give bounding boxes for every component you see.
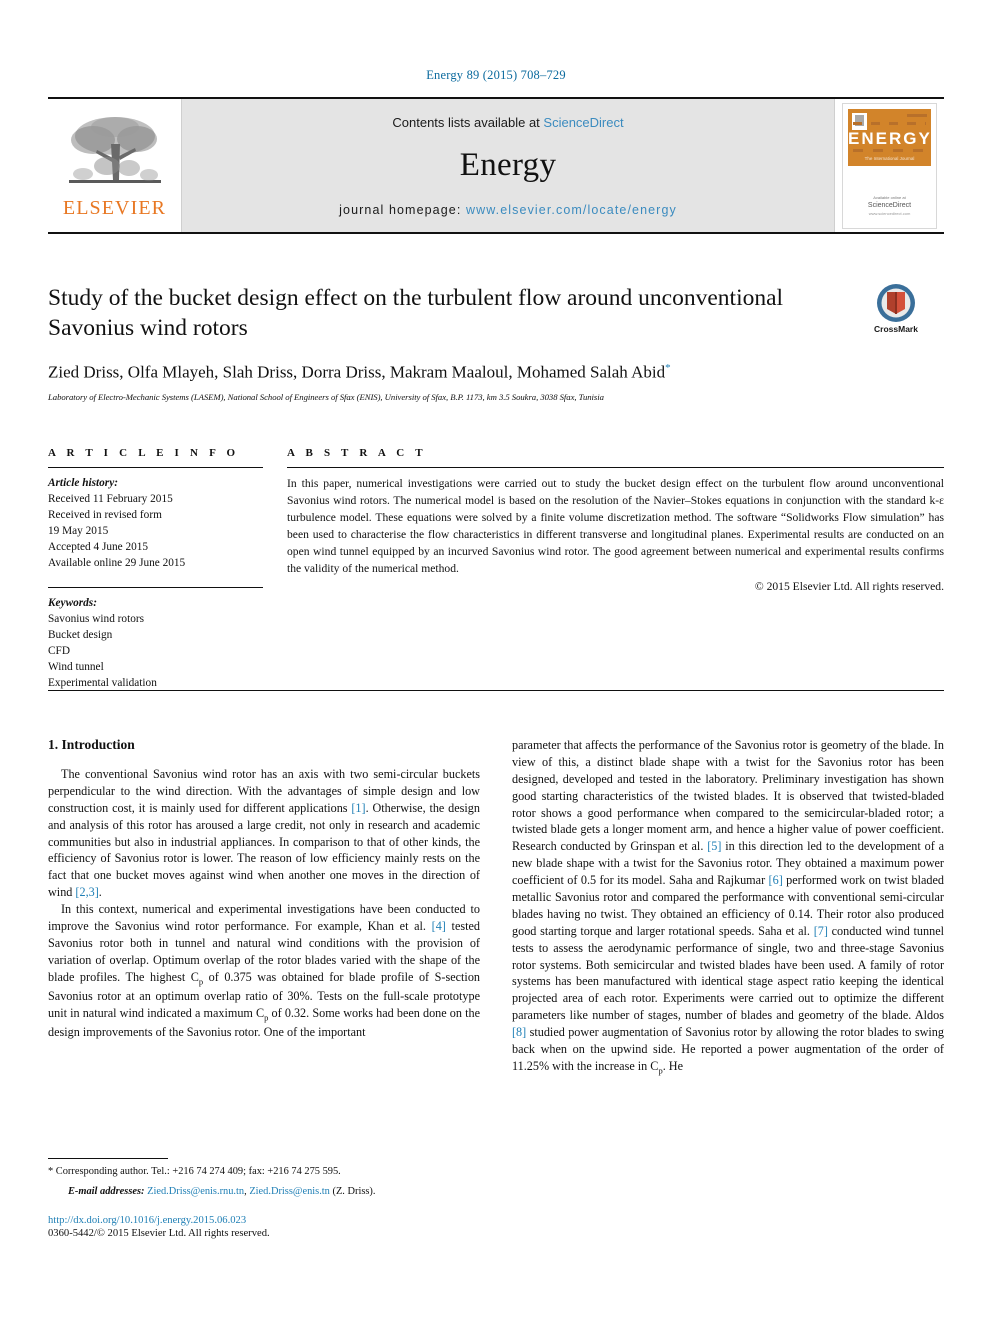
article-info-heading: A R T I C L E I N F O: [48, 447, 240, 459]
journal-masthead: ELSEVIER Contents lists available at Sci…: [48, 97, 944, 234]
email-link-1[interactable]: Zied.Driss@enis.rnu.tn: [147, 1186, 244, 1197]
sciencedirect-link[interactable]: ScienceDirect: [543, 115, 623, 130]
citation-ref[interactable]: [5]: [707, 839, 721, 853]
paragraph-intro-3: parameter that affects the performance o…: [512, 737, 944, 1077]
keyword-item: Bucket design: [48, 629, 113, 642]
journal-banner: Contents lists available at ScienceDirec…: [182, 99, 834, 232]
article-history-label: Article history:: [48, 477, 118, 489]
history-item: Available online 29 June 2015: [48, 557, 186, 570]
keywords-rule: [48, 587, 263, 589]
elsevier-wordmark: ELSEVIER: [62, 197, 167, 219]
history-item: 19 May 2015: [48, 525, 109, 538]
history-item: Accepted 4 June 2015: [48, 541, 149, 554]
paragraph-text: In this context, numerical and experimen…: [48, 902, 480, 934]
email-note: E-mail addresses: Zied.Driss@enis.rnu.tn…: [48, 1184, 480, 1199]
corresponding-author-marker[interactable]: *: [665, 362, 671, 374]
email-link-2[interactable]: Zied.Driss@enis.tn: [249, 1186, 330, 1197]
abstract-column: A B S T R A C T In this paper, numerical…: [287, 447, 944, 691]
email-suffix: (Z. Driss).: [329, 1186, 376, 1198]
citation-ref[interactable]: [4]: [432, 919, 446, 933]
cover-barcode: [907, 114, 927, 117]
cover-subtitle: The International Journal: [864, 156, 915, 161]
body-column-right: parameter that affects the performance o…: [512, 737, 944, 1077]
issn-copyright: 0360-5442/© 2015 Elsevier Ltd. All right…: [48, 1228, 270, 1239]
paragraph-text: studied power augmentation of Savonius r…: [512, 1025, 944, 1073]
crossmark-label: CrossMark: [874, 324, 918, 334]
keyword-item: CFD: [48, 645, 70, 658]
journal-title: Energy: [459, 147, 557, 183]
article-info-column: A R T I C L E I N F O Article history: R…: [48, 447, 263, 691]
body-columns: 1. Introduction The conventional Savoniu…: [48, 737, 944, 1077]
authors-text: Zied Driss, Olfa Mlayeh, Slah Driss, Dor…: [48, 362, 666, 382]
journal-cover-cell: ENERGY The International Journal Availab…: [834, 99, 944, 232]
article-first-page: Energy 89 (2015) 708–729 ELSEVIER Conten…: [0, 0, 992, 1323]
keyword-item: Savonius wind rotors: [48, 613, 145, 626]
doi-link[interactable]: http://dx.doi.org/10.1016/j.energy.2015.…: [48, 1215, 548, 1226]
crossmark-icon: [877, 284, 915, 322]
paragraph-text: .: [98, 885, 102, 900]
cover-title: ENERGY: [848, 129, 932, 148]
elsevier-tree-icon: [68, 117, 161, 183]
abstract-rule: [287, 467, 944, 468]
cover-orange-band: ENERGY The International Journal: [848, 109, 931, 166]
elsevier-logo: ELSEVIER: [56, 114, 174, 220]
abstract-copyright: © 2015 Elsevier Ltd. All rights reserved…: [754, 579, 944, 593]
citation-ref[interactable]: [1]: [351, 801, 365, 815]
journal-cover-thumbnail[interactable]: ENERGY The International Journal Availab…: [842, 103, 937, 229]
crossmark-badge[interactable]: CrossMark: [850, 283, 942, 334]
homepage-prefix: journal homepage:: [339, 203, 466, 217]
running-head: Energy 89 (2015) 708–729: [426, 68, 566, 82]
email-label: E-mail addresses:: [68, 1186, 145, 1198]
title-block: Study of the bucket design effect on the…: [48, 283, 838, 402]
citation-ref[interactable]: [6]: [769, 873, 783, 887]
article-title: Study of the bucket design effect on the…: [48, 285, 784, 342]
document-footer: http://dx.doi.org/10.1016/j.energy.2015.…: [48, 1215, 548, 1239]
article-history: Article history: Received 11 February 20…: [48, 475, 263, 571]
article-info-rule: [48, 467, 263, 468]
contents-prefix: Contents lists available at: [392, 115, 544, 130]
keyword-item: Experimental validation: [48, 677, 157, 690]
footnote-block: * Corresponding author. Tel.: +216 74 27…: [48, 1158, 480, 1199]
cover-top-rule: [853, 122, 926, 125]
cover-footer: Available online at ScienceDirect www.sc…: [843, 195, 936, 216]
keywords-block: Keywords: Savonius wind rotors Bucket de…: [48, 595, 263, 691]
paragraph-text: . He: [662, 1058, 684, 1073]
paragraph-text: . Otherwise, the design and analysis of …: [48, 800, 480, 900]
section-heading-introduction: 1. Introduction: [48, 737, 135, 752]
keywords-label: Keywords:: [48, 597, 97, 610]
citation-ref[interactable]: [2,3]: [75, 885, 98, 899]
cover-footer-line2: ScienceDirect: [867, 202, 912, 209]
paragraph-text: conducted wind tunnel tests to assess th…: [512, 923, 945, 1023]
journal-homepage-line: journal homepage: www.elsevier.com/locat…: [182, 203, 834, 217]
paragraph-text: parameter that affects the performance o…: [512, 738, 944, 854]
author-list: Zied Driss, Olfa Mlayeh, Slah Driss, Dor…: [48, 362, 838, 383]
paragraph-intro-1: The conventional Savonius wind rotor has…: [48, 766, 480, 901]
info-abstract-row: A R T I C L E I N F O Article history: R…: [48, 447, 944, 691]
abstract-text: In this paper, numerical investigations …: [287, 477, 944, 575]
affiliation: Laboratory of Electro-Mechanic Systems (…: [48, 391, 604, 402]
footnote-rule: [48, 1158, 168, 1159]
citation-ref[interactable]: [7]: [814, 924, 828, 938]
elsevier-logo-cell: ELSEVIER: [48, 99, 182, 232]
history-item: Received 11 February 2015: [48, 493, 173, 506]
cover-footer-line1: Available online at: [873, 195, 906, 200]
cover-footer-line3: www.sciencedirect.com: [868, 211, 911, 216]
citation-ref[interactable]: [8]: [512, 1025, 526, 1039]
abstract-heading: A B S T R A C T: [287, 447, 427, 459]
history-item: Received in revised form: [48, 509, 162, 522]
contents-available-line: Contents lists available at ScienceDirec…: [182, 115, 834, 130]
corresponding-author-note: * Corresponding author. Tel.: +216 74 27…: [48, 1166, 341, 1177]
paragraph-intro-2: In this context, numerical and experimen…: [48, 901, 480, 1041]
cover-bottom-rule: [853, 149, 926, 152]
body-column-left: 1. Introduction The conventional Savoniu…: [48, 737, 480, 1077]
journal-homepage-link[interactable]: www.elsevier.com/locate/energy: [466, 203, 677, 217]
keyword-item: Wind tunnel: [48, 661, 104, 674]
section-divider-rule: [48, 690, 944, 691]
